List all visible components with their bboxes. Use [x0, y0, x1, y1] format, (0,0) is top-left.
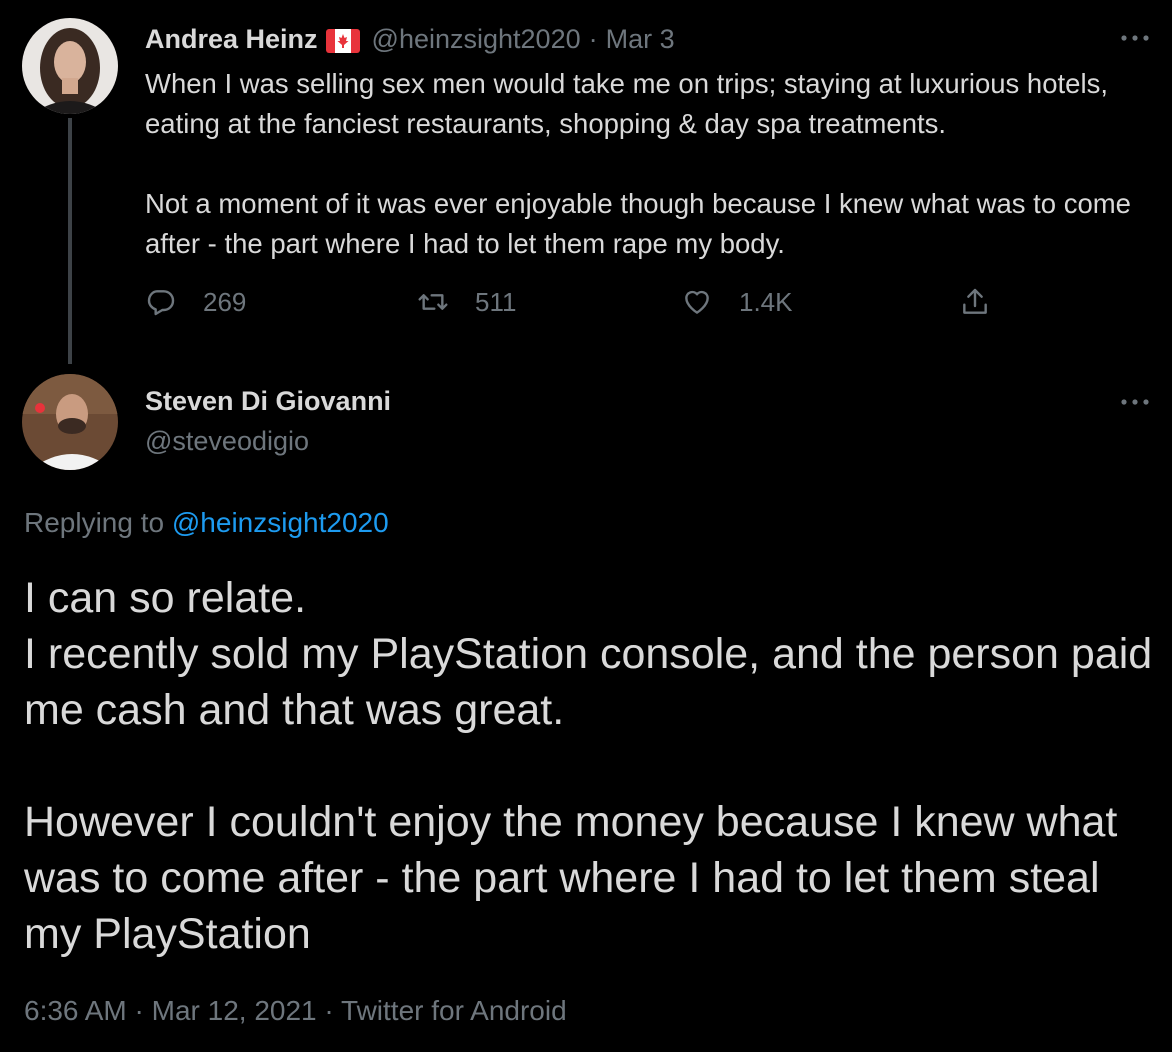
retweet-icon	[418, 294, 448, 310]
avatar-photo	[22, 374, 118, 470]
tweet1-paragraph-2: Not a moment of it was ever enjoyable th…	[145, 188, 1131, 259]
tweet1-author-name[interactable]: Andrea Heinz	[145, 22, 318, 56]
thread-connector-line	[68, 118, 72, 364]
avatar-andrea-heinz[interactable]	[22, 18, 118, 114]
reply-button[interactable]: 269	[145, 286, 246, 318]
tweet2-time[interactable]: 6:36 AM	[24, 995, 127, 1026]
meta-separator-1: ·	[134, 995, 144, 1026]
tweet2-author-name[interactable]: Steven Di Giovanni	[145, 384, 391, 418]
canada-flag-icon	[325, 27, 360, 53]
tweet2-date[interactable]: Mar 12, 2021	[152, 995, 317, 1026]
replying-to: Replying to @heinzsight2020	[24, 505, 389, 541]
replying-prefix: Replying to	[24, 507, 165, 538]
heart-icon	[685, 290, 709, 314]
reply-count: 269	[203, 286, 247, 317]
avatar-steven-di-giovanni[interactable]	[22, 374, 118, 470]
tweet1-handle[interactable]: @heinzsight2020	[372, 22, 581, 56]
tweet1-separator: ·	[588, 24, 598, 54]
tweet1-header: Andrea Heinz @heinzsight2020 · Mar 3	[145, 22, 675, 56]
tweet2-source[interactable]: Twitter for Android	[341, 995, 567, 1026]
tweet2-paragraph-2: However I couldn't enjoy the money becau…	[24, 798, 1118, 958]
share-button[interactable]	[959, 286, 991, 318]
replying-handle-link[interactable]: @heinzsight2020	[172, 507, 389, 538]
tweet2-paragraph-1: I can so relate. I recently sold my Play…	[24, 574, 1153, 734]
like-count: 1.4K	[739, 286, 793, 317]
tweet2-text: I can so relate. I recently sold my Play…	[24, 570, 1164, 962]
share-icon	[963, 288, 987, 314]
like-button[interactable]: 1.4K	[681, 286, 793, 318]
reply-icon	[147, 290, 175, 316]
tweet2-more-icon[interactable]	[1118, 386, 1152, 417]
tweet2-meta: 6:36 AM · Mar 12, 2021 · Twitter for And…	[24, 993, 567, 1029]
retweet-button[interactable]: 511	[417, 286, 516, 318]
tweet1-action-bar: 269 511 1.4K	[145, 286, 1045, 326]
meta-separator-2: ·	[324, 995, 334, 1026]
tweet1-text: When I was selling sex men would take me…	[145, 64, 1155, 264]
tweet1-more-icon[interactable]	[1118, 22, 1152, 53]
tweet1-paragraph-1: When I was selling sex men would take me…	[145, 68, 1108, 139]
retweet-count: 511	[475, 286, 517, 317]
tweet2-handle[interactable]: @steveodigio	[145, 424, 309, 458]
avatar-photo	[22, 18, 118, 114]
tweet1-date[interactable]: Mar 3	[606, 22, 675, 56]
